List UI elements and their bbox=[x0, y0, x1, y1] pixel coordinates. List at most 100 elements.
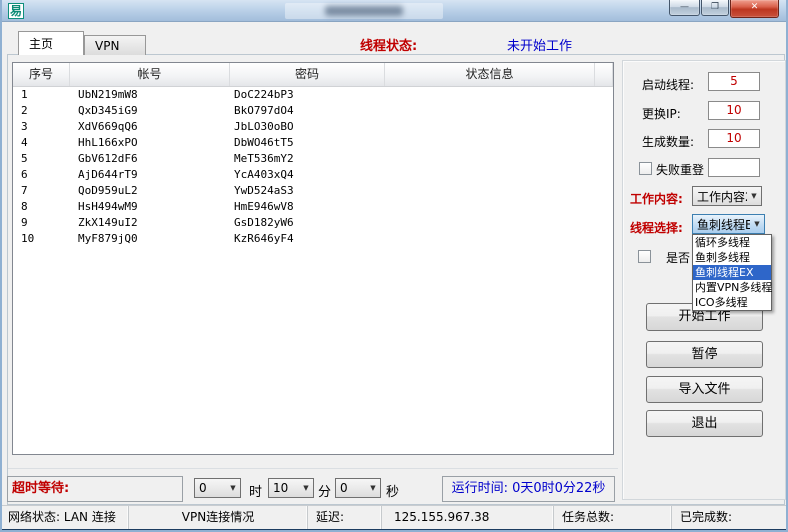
cell-index: 9 bbox=[13, 215, 70, 231]
relogin-input[interactable] bbox=[708, 158, 760, 177]
cell-index: 8 bbox=[13, 199, 70, 215]
chevron-down-icon: ▼ bbox=[747, 192, 761, 200]
cell-index: 3 bbox=[13, 119, 70, 135]
maximize-icon: ❐ bbox=[711, 2, 719, 12]
dropdown-option[interactable]: 内置VPN多线程 bbox=[693, 280, 771, 295]
cell-password: KzR646yF4 bbox=[230, 231, 385, 247]
cell-status bbox=[385, 167, 595, 183]
thread-select-combobox[interactable]: 鱼刺线程E) ▼ bbox=[692, 214, 765, 234]
minimize-button[interactable]: — bbox=[669, 0, 700, 16]
cell-account: QoD959uL2 bbox=[70, 183, 230, 199]
table-row[interactable]: 3XdV669qQ6JbLO30oBO bbox=[13, 119, 613, 135]
title-bar[interactable]: 易 — ❐ ✕ bbox=[2, 0, 786, 22]
table-row[interactable]: 8HsH494wM9HmE946wV8 bbox=[13, 199, 613, 215]
divider bbox=[8, 468, 618, 469]
close-icon: ✕ bbox=[751, 2, 759, 12]
hour-value: 0 bbox=[195, 481, 226, 495]
cell-account: HhL166xPO bbox=[70, 135, 230, 151]
table-row[interactable]: 6AjD644rT9YcA403xQ4 bbox=[13, 167, 613, 183]
window-title-redacted bbox=[285, 3, 443, 19]
relogin-label: 失败重登 bbox=[656, 161, 704, 178]
table-row[interactable]: 1UbN219mW8DoC224bP3 bbox=[13, 87, 613, 103]
cell-account: GbV612dF6 bbox=[70, 151, 230, 167]
app-icon: 易 bbox=[8, 3, 24, 19]
status-latency-label: 延迟: bbox=[308, 506, 382, 530]
cell-password: JbLO30oBO bbox=[230, 119, 385, 135]
hour-unit-label: 时 bbox=[249, 481, 262, 500]
minute-value: 10 bbox=[269, 481, 299, 495]
col-header-index[interactable]: 序号 bbox=[13, 63, 70, 86]
start-threads-input[interactable]: 5 bbox=[708, 72, 760, 91]
cell-password: YcA403xQ4 bbox=[230, 167, 385, 183]
table-row[interactable]: 4HhL166xPODbWO46tT5 bbox=[13, 135, 613, 151]
status-ip: 125.155.967.38 bbox=[382, 506, 554, 530]
dropdown-option-selected[interactable]: 鱼刺线程EX bbox=[693, 265, 771, 280]
pause-button[interactable]: 暂停 bbox=[646, 341, 763, 368]
hour-select[interactable]: 0 ▼ bbox=[194, 478, 241, 498]
cell-index: 10 bbox=[13, 231, 70, 247]
cell-account: QxD345iG9 bbox=[70, 103, 230, 119]
change-ip-label: 更换IP: bbox=[642, 105, 681, 122]
cell-account: AjD644rT9 bbox=[70, 167, 230, 183]
chevron-down-icon: ▼ bbox=[299, 484, 313, 492]
cell-account: HsH494wM9 bbox=[70, 199, 230, 215]
cell-account: ZkX149uI2 bbox=[70, 215, 230, 231]
tab-vpn[interactable]: VPN bbox=[84, 35, 146, 55]
cell-password: DbWO46tT5 bbox=[230, 135, 385, 151]
table-row[interactable]: 10MyF879jQ0KzR646yF4 bbox=[13, 231, 613, 247]
change-ip-input[interactable]: 10 bbox=[708, 101, 760, 120]
window-controls: — ❐ ✕ bbox=[669, 0, 779, 18]
second-select[interactable]: 0 ▼ bbox=[335, 478, 381, 498]
col-header-extra[interactable] bbox=[595, 63, 613, 86]
table-row[interactable]: 5GbV612dF6MeT536mY2 bbox=[13, 151, 613, 167]
generate-count-label: 生成数量: bbox=[642, 133, 694, 150]
runtime-display: 运行时间: 0天0时0分22秒 bbox=[442, 476, 615, 502]
cell-status bbox=[385, 199, 595, 215]
chevron-down-icon: ▼ bbox=[226, 484, 240, 492]
col-header-password[interactable]: 密码 bbox=[230, 63, 385, 86]
redacted-text-blur bbox=[325, 6, 403, 16]
table-header: 序号 帐号 密码 状态信息 bbox=[13, 63, 613, 87]
minimize-icon: — bbox=[680, 2, 689, 12]
chevron-down-icon: ▼ bbox=[366, 484, 380, 492]
cell-status bbox=[385, 183, 595, 199]
thread-status-label: 线程状态: bbox=[360, 35, 417, 54]
cell-password: DoC224bP3 bbox=[230, 87, 385, 103]
thread-select-value: 鱼刺线程E) bbox=[693, 216, 750, 233]
exit-button[interactable]: 退出 bbox=[646, 410, 763, 437]
dropdown-option[interactable]: 循环多线程 bbox=[693, 235, 771, 250]
close-button[interactable]: ✕ bbox=[730, 0, 779, 18]
work-content-value: 工作内容2 bbox=[693, 188, 747, 205]
relogin-checkbox[interactable] bbox=[639, 162, 652, 175]
minute-select[interactable]: 10 ▼ bbox=[268, 478, 314, 498]
col-header-account[interactable]: 帐号 bbox=[70, 63, 230, 86]
accounts-table[interactable]: 序号 帐号 密码 状态信息 1UbN219mW8DoC224bP3 2QxD34… bbox=[12, 62, 614, 455]
cell-account: XdV669qQ6 bbox=[70, 119, 230, 135]
minute-unit-label: 分 bbox=[318, 481, 331, 500]
work-content-label: 工作内容: bbox=[630, 190, 683, 207]
table-row[interactable]: 9ZkX149uI2GsD182yW6 bbox=[13, 215, 613, 231]
cell-status bbox=[385, 135, 595, 151]
partial-checkbox[interactable] bbox=[638, 250, 651, 263]
dropdown-option[interactable]: 鱼刺多线程 bbox=[693, 250, 771, 265]
thread-select-dropdown: 循环多线程 鱼刺多线程 鱼刺线程EX 内置VPN多线程 ICO多线程 bbox=[692, 234, 772, 311]
col-header-status[interactable]: 状态信息 bbox=[385, 63, 595, 86]
import-file-button[interactable]: 导入文件 bbox=[646, 376, 763, 403]
cell-index: 4 bbox=[13, 135, 70, 151]
status-tasks-label: 任务总数: bbox=[554, 506, 672, 530]
cell-password: BkO797dO4 bbox=[230, 103, 385, 119]
tab-home[interactable]: 主页 bbox=[18, 31, 84, 55]
partial-checkbox-label: 是否 bbox=[666, 249, 690, 266]
cell-status bbox=[385, 87, 595, 103]
app-window: 易 — ❐ ✕ 主页 VPN 线程状态: 未开始工作 序号 帐号 密码 状态信息… bbox=[0, 0, 788, 532]
start-threads-label: 启动线程: bbox=[642, 76, 694, 93]
maximize-button[interactable]: ❐ bbox=[701, 0, 729, 16]
table-row[interactable]: 7QoD959uL2YwD524aS3 bbox=[13, 183, 613, 199]
cell-status bbox=[385, 103, 595, 119]
cell-password: GsD182yW6 bbox=[230, 215, 385, 231]
generate-count-input[interactable]: 10 bbox=[708, 129, 760, 148]
work-content-select[interactable]: 工作内容2 ▼ bbox=[692, 186, 762, 206]
table-row[interactable]: 2QxD345iG9BkO797dO4 bbox=[13, 103, 613, 119]
cell-password: YwD524aS3 bbox=[230, 183, 385, 199]
dropdown-option[interactable]: ICO多线程 bbox=[693, 295, 771, 310]
